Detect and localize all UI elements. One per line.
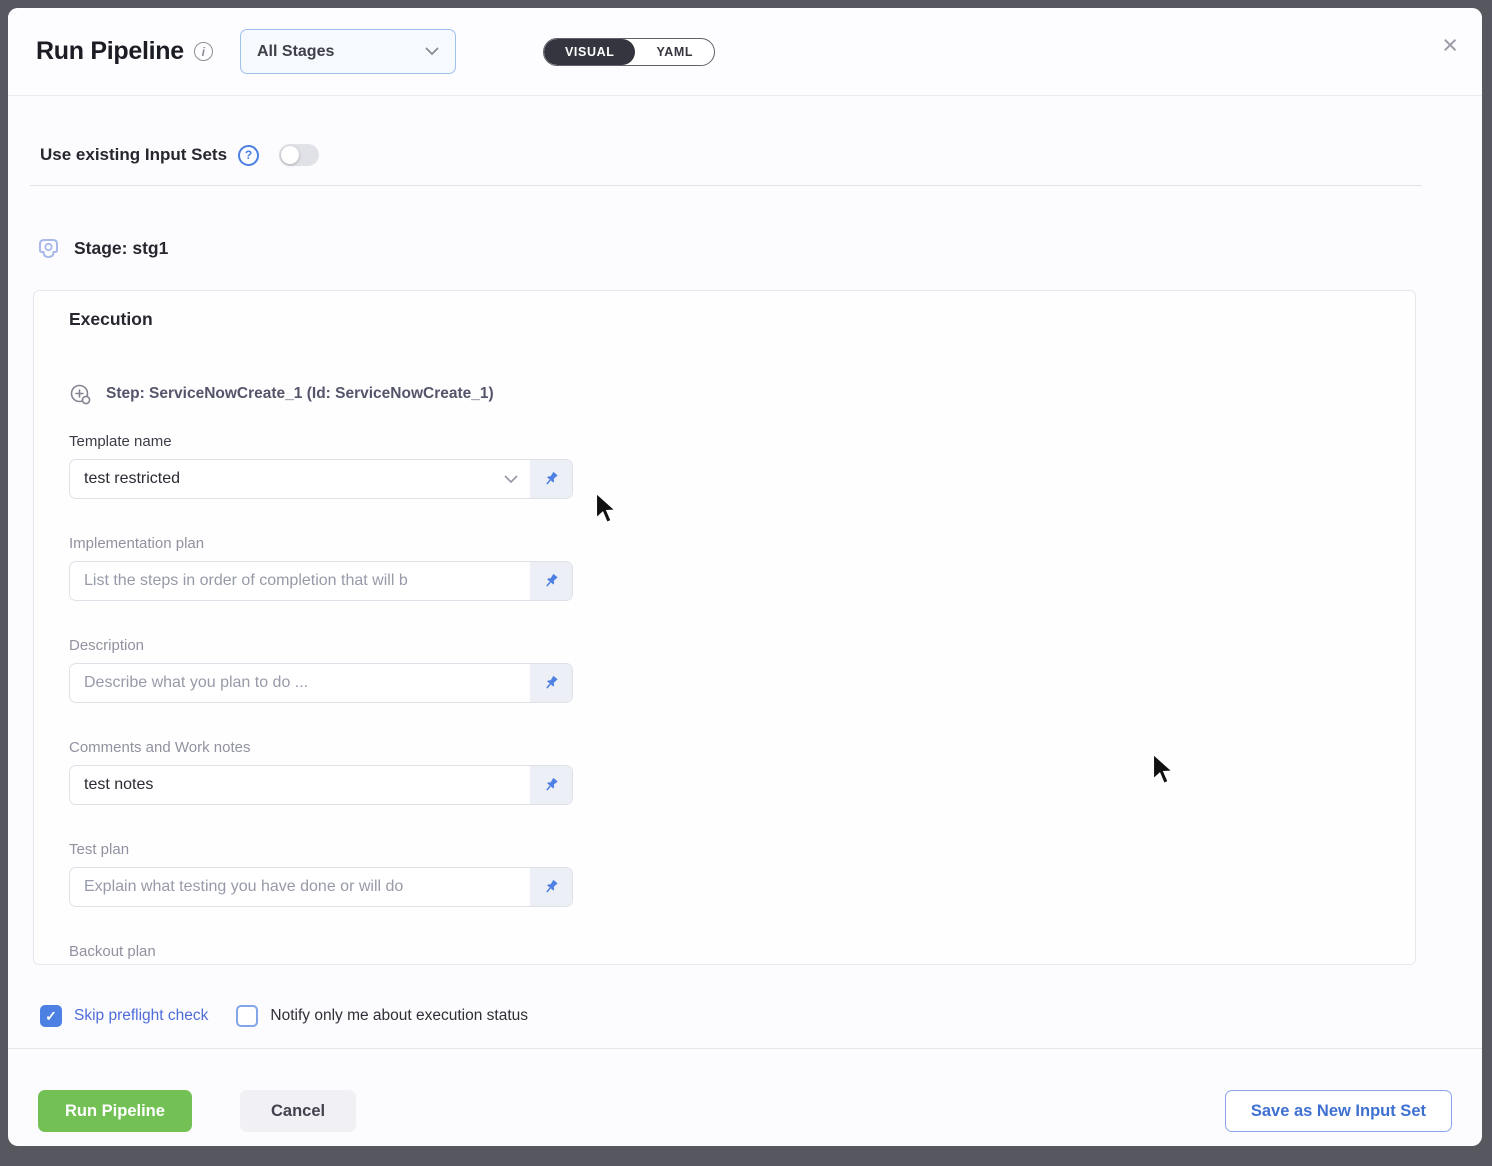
pin-icon[interactable] (530, 868, 572, 906)
preflight-options-row: ✓ Skip preflight check ✓ Notify only me … (40, 996, 528, 1036)
field-label: Template name (69, 433, 573, 451)
notify-me-label[interactable]: Notify only me about execution status (270, 1007, 528, 1025)
toggle-knob (281, 146, 299, 164)
step-label: Step: ServiceNowCreate_1 (Id: ServiceNow… (106, 385, 494, 403)
field-label: Backout plan (69, 943, 573, 961)
use-existing-input-sets-row: Use existing Input Sets ? (40, 132, 319, 178)
visual-yaml-toggle: VISUAL YAML (543, 38, 715, 66)
field-description: Description (69, 637, 573, 703)
divider (8, 1048, 1482, 1049)
chevron-down-icon (425, 47, 439, 56)
description-box (69, 663, 573, 703)
step-header: Step: ServiceNowCreate_1 (Id: ServiceNow… (69, 383, 1415, 405)
step-icon (69, 383, 92, 406)
run-pipeline-button[interactable]: Run Pipeline (38, 1090, 192, 1132)
test-plan-input[interactable] (70, 868, 530, 906)
stage-label: Stage: stg1 (74, 238, 168, 259)
skip-preflight-label[interactable]: Skip preflight check (74, 1007, 208, 1025)
comments-box (69, 765, 573, 805)
stages-dropdown-value: All Stages (257, 43, 334, 61)
implementation-plan-box (69, 561, 573, 601)
save-as-new-input-set-button[interactable]: Save as New Input Set (1225, 1090, 1452, 1132)
test-plan-box (69, 867, 573, 907)
field-label: Test plan (69, 841, 573, 859)
run-pipeline-modal: Run Pipeline i All Stages VISUAL YAML × … (8, 8, 1482, 1146)
notify-me-checkbox[interactable]: ✓ (236, 1005, 258, 1027)
tab-visual[interactable]: VISUAL (544, 39, 635, 65)
stage-header: Stage: stg1 (36, 234, 168, 262)
pin-icon[interactable] (530, 562, 572, 600)
field-comments-work-notes: Comments and Work notes (69, 739, 573, 805)
field-backout-plan: Backout plan (69, 943, 573, 965)
close-icon[interactable]: × (1442, 32, 1458, 59)
cancel-button[interactable]: Cancel (240, 1090, 356, 1132)
help-icon[interactable]: ? (238, 145, 259, 166)
custom-stage-icon (36, 236, 61, 261)
use-existing-input-sets-label: Use existing Input Sets (40, 145, 227, 165)
field-test-plan: Test plan (69, 841, 573, 907)
field-label: Comments and Work notes (69, 739, 573, 757)
stages-dropdown[interactable]: All Stages (240, 29, 456, 74)
divider (30, 185, 1422, 186)
pin-icon[interactable] (530, 460, 572, 498)
tab-yaml[interactable]: YAML (635, 39, 714, 65)
field-label: Description (69, 637, 573, 655)
input-sets-toggle[interactable] (279, 144, 319, 166)
description-input[interactable] (70, 664, 530, 702)
info-icon[interactable]: i (194, 42, 213, 61)
pin-icon[interactable] (530, 664, 572, 702)
template-name-select: test restricted (69, 459, 573, 499)
skip-preflight-checkbox[interactable]: ✓ (40, 1005, 62, 1027)
template-name-value[interactable]: test restricted (70, 460, 504, 498)
check-icon: ✓ (45, 1009, 57, 1023)
comments-input[interactable] (70, 766, 530, 804)
modal-header: Run Pipeline i (8, 8, 1482, 96)
field-label: Implementation plan (69, 535, 573, 553)
pin-icon[interactable] (530, 766, 572, 804)
page-title: Run Pipeline (36, 37, 184, 66)
field-template-name: Template name test restricted (69, 433, 573, 499)
field-implementation-plan: Implementation plan (69, 535, 573, 601)
execution-title: Execution (69, 309, 1415, 331)
chevron-down-icon[interactable] (504, 460, 530, 498)
execution-card: Execution Step: ServiceNowCreate_1 (Id: … (33, 290, 1416, 965)
implementation-plan-input[interactable] (70, 562, 530, 600)
